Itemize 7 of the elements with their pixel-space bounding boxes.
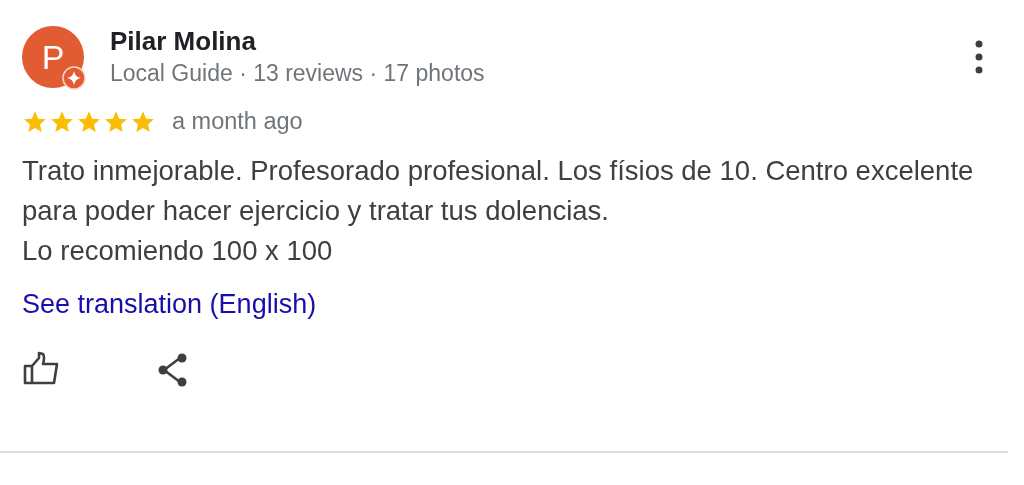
author-name[interactable]: Pilar Molina [110, 26, 485, 57]
review-time: a month ago [172, 108, 303, 135]
avatar[interactable]: P [22, 26, 84, 88]
review-text: Trato inmejorable. Profesorado profesional. Los físios de 10. Centro excelente para poder hacer ejercicio y tratar tus dolencias. Lo recomiendo 100 x 100 [22, 154, 975, 268]
translation-link[interactable]: See translation (English) [22, 289, 317, 320]
author-meta: Local Guide · 13 reviews · 17 photos [110, 60, 485, 87]
more-options-icon[interactable] [974, 40, 984, 74]
